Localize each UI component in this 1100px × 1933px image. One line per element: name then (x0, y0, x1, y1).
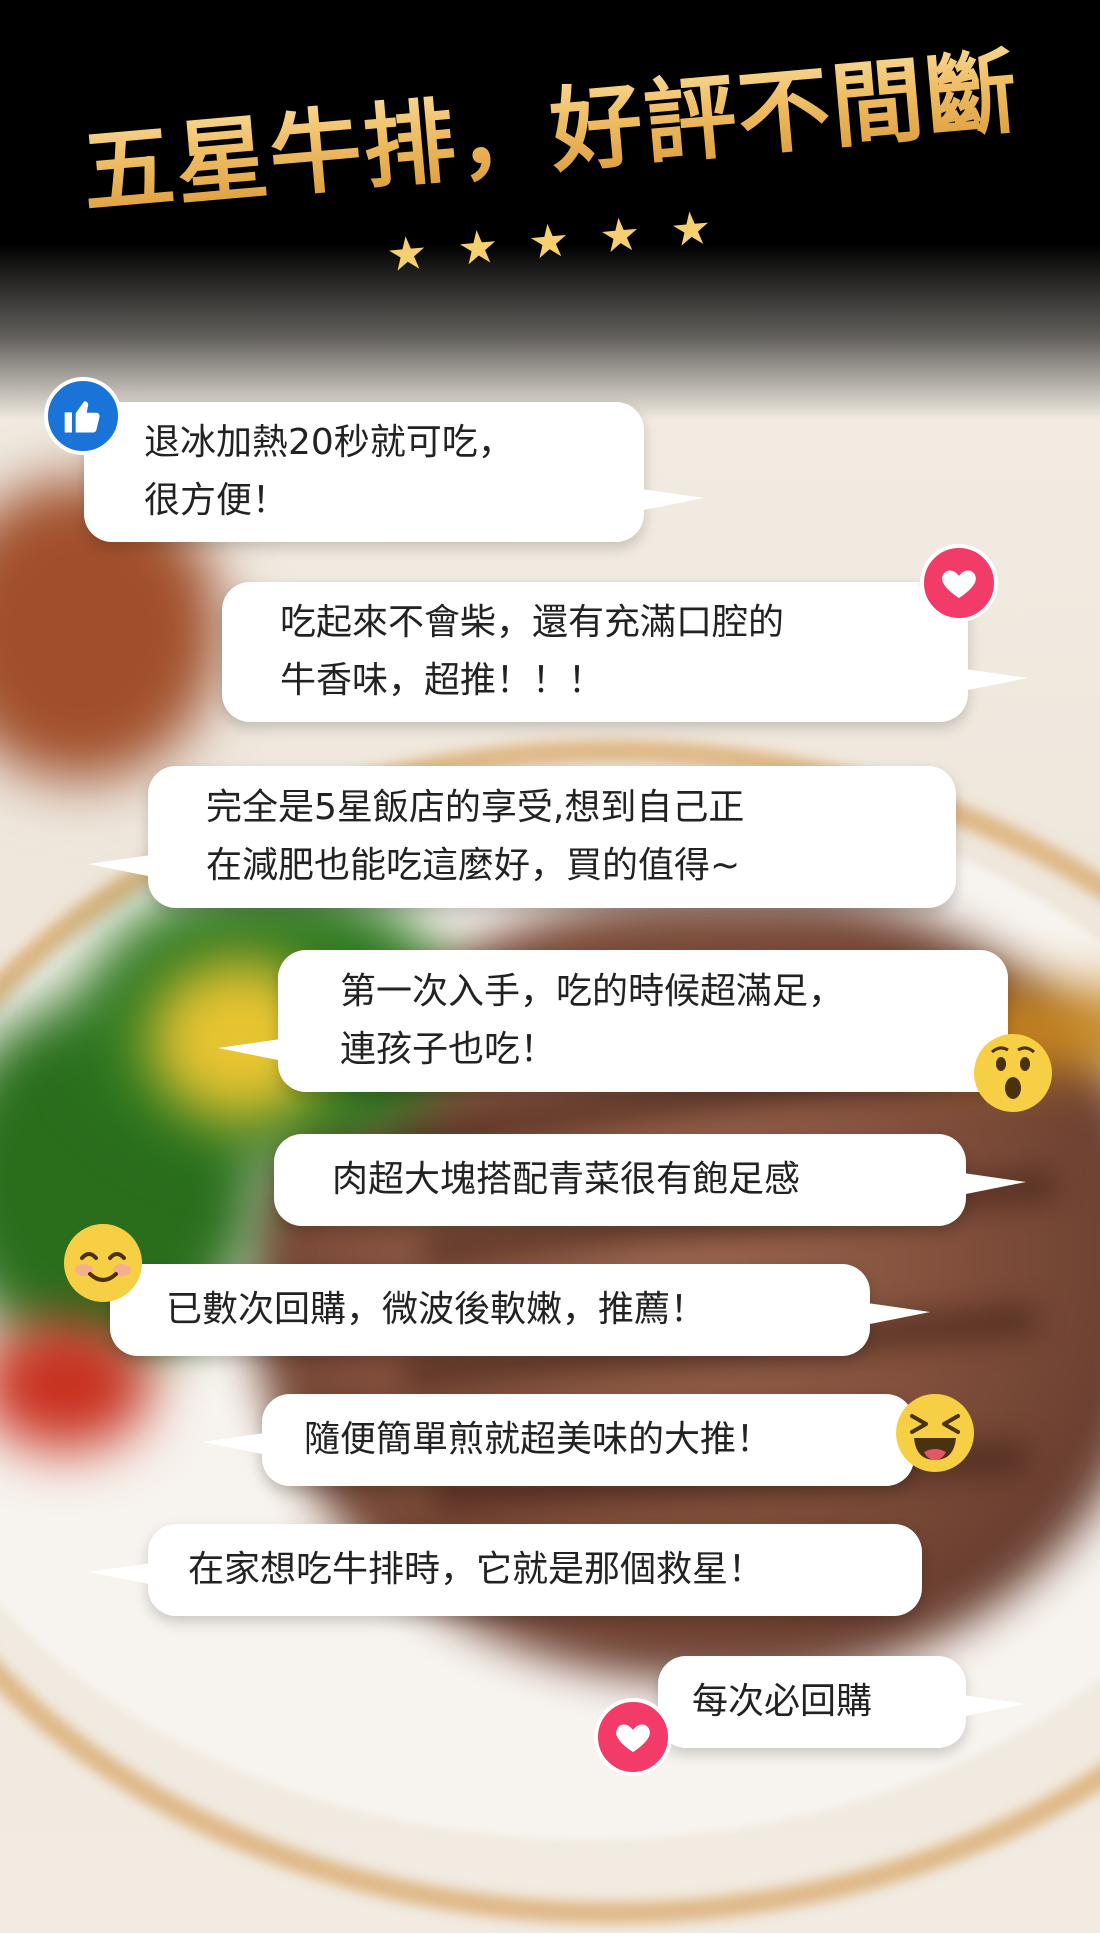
review-bubble: 每次必回購 (658, 1656, 1026, 1748)
review-text: 完全是5星飯店的享受,想到自己正 (206, 787, 745, 828)
review-text: 牛香味，超推！！！ (280, 660, 605, 701)
review-bubble: 肉超大塊搭配青菜很有飽足感 (274, 1134, 1026, 1226)
laughing-face-icon (896, 1394, 974, 1472)
review-text: 隨便簡單煎就超美味的大推！ (304, 1419, 773, 1460)
review-text: 在家想吃牛排時，它就是那個救星！ (188, 1549, 765, 1590)
surprised-face-icon (974, 1034, 1052, 1112)
review-text: 在減肥也能吃這麼好，買的值得~ (206, 845, 741, 886)
review-text: 第一次入手，吃的時候超滿足， (340, 971, 845, 1012)
smiling-face-icon (64, 1224, 142, 1302)
review-text: 連孩子也吃！ (340, 1029, 557, 1070)
review-text: 已數次回購，微波後軟嫩，推薦！ (166, 1289, 707, 1330)
review-bubble: 已數次回購，微波後軟嫩，推薦！ (110, 1264, 930, 1356)
review-bubble: 完全是5星飯店的享受,想到自己正 在減肥也能吃這麼好，買的值得~ (88, 766, 956, 908)
heart-icon (920, 544, 998, 622)
review-text: 很方便！ (144, 480, 289, 521)
review-text: 吃起來不會柴，還有充滿口腔的 (280, 602, 785, 643)
review-text: 退冰加熱20秒就可吃， (144, 422, 514, 463)
review-text: 每次必回購 (692, 1681, 873, 1722)
star-icon: ★ (668, 199, 714, 258)
review-bubble: 第一次入手，吃的時候超滿足， 連孩子也吃！ (218, 950, 1008, 1092)
star-icon: ★ (597, 206, 643, 264)
review-bubble: 吃起來不會柴，還有充滿口腔的 牛香味，超推！！！ (222, 582, 1028, 722)
heart-icon (594, 1698, 672, 1776)
star-icon: ★ (384, 224, 430, 283)
review-bubble: 隨便簡單煎就超美味的大推！ (202, 1394, 914, 1486)
review-text: 肉超大塊搭配青菜很有飽足感 (332, 1159, 801, 1200)
star-icon: ★ (526, 212, 572, 270)
thumbs-up-icon (44, 377, 122, 455)
star-icon: ★ (455, 218, 501, 276)
review-bubble: 退冰加熱20秒就可吃， 很方便！ (84, 402, 704, 542)
review-bubble: 在家想吃牛排時，它就是那個救星！ (88, 1524, 922, 1616)
